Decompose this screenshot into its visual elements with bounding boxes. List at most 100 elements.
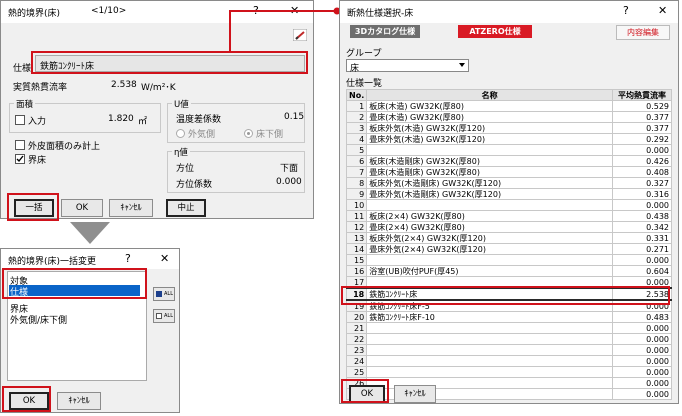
row-rate: 0.000	[612, 355, 672, 367]
row-rate: 0.426	[612, 155, 672, 167]
spec-dialog-title: 断熱仕様選択-床	[347, 9, 414, 19]
table-row[interactable]: 10 0.000	[345, 199, 672, 211]
col-name: 名称	[366, 89, 613, 101]
row-name: 畳床外気(木造剛床) GW32K(厚120)	[366, 188, 613, 200]
spec-close-button[interactable]: ✕	[658, 4, 667, 17]
temp-coef-label: 温度差係数	[176, 115, 222, 125]
area-group-label: 面積	[14, 98, 36, 110]
list-item-side[interactable]: 外気側/床下側	[10, 313, 67, 326]
group-label: グループ	[346, 49, 382, 59]
input-checkbox[interactable]: 入力	[15, 114, 46, 127]
bulk-help-button[interactable]: ?	[125, 252, 131, 265]
highlight-spec-ok	[341, 379, 389, 403]
boundary-floor-checkbox[interactable]: 界床	[15, 153, 46, 166]
table-row[interactable]: 15 0.000	[345, 254, 672, 266]
row-no: 5	[345, 144, 368, 156]
input-label: 入力	[28, 117, 47, 127]
table-row[interactable]: 2 畳床(木造) GW32K(厚80) 0.377	[345, 111, 672, 123]
row-rate: 0.377	[612, 111, 672, 123]
deselect-all-button[interactable]: ALL	[153, 309, 175, 323]
outer-area-checkbox[interactable]: 外皮面積のみ計上	[15, 139, 100, 152]
row-no: 16	[345, 265, 368, 277]
row-name	[366, 322, 613, 334]
tab-atzero[interactable]: ATZERO仕様	[458, 25, 532, 38]
row-name: 畳床(木造剛床) GW32K(厚80)	[366, 166, 613, 178]
bulk-close-button[interactable]: ✕	[160, 252, 169, 265]
bulk-cancel-button[interactable]: ｷｬﾝｾﾙ	[57, 392, 101, 410]
edit-content-button[interactable]: 内容編集	[616, 25, 670, 40]
select-all-icon	[156, 291, 162, 297]
row-rate: 0.000	[612, 254, 672, 266]
table-row[interactable]: 25 0.000	[345, 366, 672, 378]
table-row[interactable]: 13 板床外気(2×4) GW32K(厚120) 0.331	[345, 232, 672, 244]
highlight-bulk-ok	[2, 386, 51, 412]
table-row[interactable]: 22 0.000	[345, 333, 672, 345]
row-no: 3	[345, 122, 368, 134]
radio-outside[interactable]: 外気側	[176, 127, 215, 140]
table-row[interactable]: 1 板床(木造) GW32K(厚80) 0.529	[345, 100, 672, 112]
row-rate: 0.000	[612, 199, 672, 211]
row-rate: 0.000	[612, 333, 672, 345]
row-name	[366, 366, 613, 378]
table-row[interactable]: 9 畳床外気(木造剛床) GW32K(厚120) 0.316	[345, 188, 672, 200]
row-no: 2	[345, 111, 368, 123]
row-no: 4	[345, 133, 368, 145]
highlight-bulk-list	[2, 268, 147, 299]
heat-transfer-unit: W/m²･K	[141, 83, 176, 93]
u-value-group: U値 温度差係数 0.15 外気側 床下側	[167, 98, 305, 143]
row-no: 14	[345, 243, 368, 255]
table-row[interactable]: 21 0.000	[345, 322, 672, 334]
ok-button[interactable]: OK	[61, 199, 103, 217]
table-row[interactable]: 23 0.000	[345, 344, 672, 356]
radio-outside-label: 外気側	[188, 130, 216, 140]
table-row[interactable]: 3 板床外気(木造) GW32K(厚120) 0.377	[345, 122, 672, 134]
highlight-bulk-button	[7, 193, 59, 221]
col-no: No.	[345, 89, 368, 101]
area-group: 面積 入力 1.820 ㎡	[9, 98, 161, 133]
spec-cancel-button[interactable]: ｷｬﾝｾﾙ	[394, 385, 436, 403]
tab-3d-catalog[interactable]: 3Dカタログ仕様	[350, 25, 420, 38]
row-no: 24	[345, 355, 368, 367]
stop-button[interactable]: 中止	[166, 199, 206, 217]
row-name: 板床(木造) GW32K(厚80)	[366, 100, 613, 112]
table-row[interactable]: 4 畳床外気(木造) GW32K(厚120) 0.292	[345, 133, 672, 145]
row-no: 10	[345, 199, 368, 211]
table-row[interactable]: 8 板床外気(木造剛床) GW32K(厚120) 0.327	[345, 177, 672, 189]
row-no: 8	[345, 177, 368, 189]
table-row[interactable]: 7 畳床(木造剛床) GW32K(厚80) 0.408	[345, 166, 672, 178]
row-no: 13	[345, 232, 368, 244]
temp-coef-value: 0.15	[284, 112, 305, 122]
spec-help-button[interactable]: ?	[623, 4, 629, 17]
table-row[interactable]: 6 板床(木造剛床) GW32K(厚80) 0.426	[345, 155, 672, 167]
bulk-title-bar: 熱的境界(床)一括変更 ? ✕	[1, 249, 179, 269]
eta-value-group: η値 方位 下面 方位係数 0.000	[167, 146, 305, 193]
radio-under-floor[interactable]: 床下側	[244, 127, 283, 140]
group-select[interactable]: 床	[346, 59, 469, 74]
row-rate: 0.342	[612, 221, 672, 233]
table-row[interactable]: 24 0.000	[345, 355, 672, 367]
area-value: 1.820	[108, 114, 134, 124]
row-rate: 0.271	[612, 243, 672, 255]
row-rate: 0.377	[612, 122, 672, 134]
row-name	[366, 344, 613, 356]
cancel-button[interactable]: ｷｬﾝｾﾙ	[109, 199, 153, 217]
row-name: 板床外気(2×4) GW32K(厚120)	[366, 232, 613, 244]
row-rate: 0.327	[612, 177, 672, 189]
row-name: 畳床外気(2×4) GW32K(厚120)	[366, 243, 613, 255]
table-row[interactable]: 16 浴室(UB)吹付PUF(厚45) 0.604	[345, 265, 672, 277]
table-row[interactable]: 11 板床(2×4) GW32K(厚80) 0.438	[345, 210, 672, 222]
table-row[interactable]: 14 畳床外気(2×4) GW32K(厚120) 0.271	[345, 243, 672, 255]
table-row[interactable]: 5 0.000	[345, 144, 672, 156]
direction-coef-label: 方位係数	[176, 180, 213, 190]
table-row[interactable]: 20 鉄筋ｺﾝｸﾘｰﾄ床F-10 0.483	[345, 311, 672, 323]
row-rate: 0.000	[612, 322, 672, 334]
row-rate: 0.529	[612, 100, 672, 112]
insulation-spec-dialog: 断熱仕様選択-床 ? ✕ 3Dカタログ仕様 ATZERO仕様 内容編集 グループ…	[339, 0, 679, 404]
col-rate: 平均熱貫流率	[612, 89, 672, 101]
row-name: 畳床(2×4) GW32K(厚80)	[366, 221, 613, 233]
table-row[interactable]: 12 畳床(2×4) GW32K(厚80) 0.342	[345, 221, 672, 233]
deselect-all-label: ALL	[164, 313, 173, 319]
select-all-button[interactable]: ALL	[153, 287, 175, 301]
radio-under-floor-label: 床下側	[256, 130, 284, 140]
spec-list-label: 仕様一覧	[346, 79, 383, 89]
